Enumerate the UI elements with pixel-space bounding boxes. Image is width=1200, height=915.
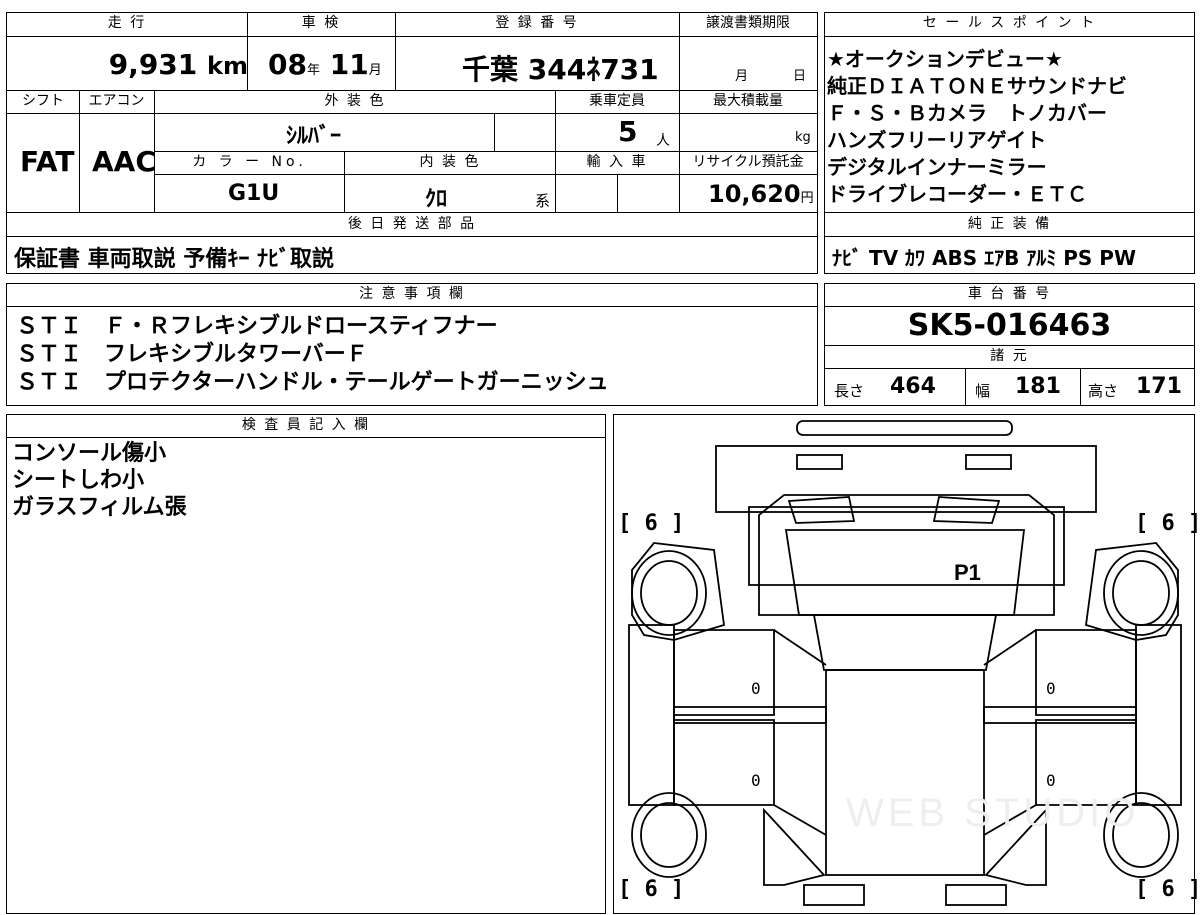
note-line: ＳＴＩ プロテクターハンドル・テールゲートガーニッシュ — [16, 370, 609, 395]
sales-point-line: ★オークションデビュー★ — [827, 47, 1063, 71]
aircon-value: AAC — [92, 145, 156, 178]
transfer-day-unit: 日 — [793, 69, 807, 84]
height-value: 171 — [1136, 374, 1182, 399]
header-recycle: リサイクル預託金 — [679, 152, 817, 172]
note-line: ＳＴＩ フレキシブルタワーバーＦ — [16, 342, 368, 367]
header-capacity: 乗車定員 — [556, 91, 678, 111]
chassis-number: SK5-016463 — [907, 308, 1112, 343]
shift-value: FAT — [20, 145, 75, 178]
tire-count-front-left: [ 6 ] — [618, 511, 685, 536]
inspector-line: コンソール傷小 — [12, 441, 167, 466]
equipment-header: 純 正 装 備 — [825, 214, 1194, 234]
header-shift: シフト — [7, 91, 79, 111]
tire-count-rear-right: [ 6 ] — [1135, 877, 1200, 902]
inspection-year: 08 — [268, 48, 307, 81]
sales-point-line: デジタルインナーミラー — [827, 155, 1047, 179]
height-label: 高さ — [1088, 382, 1119, 400]
recycle-unit: 円 — [800, 191, 814, 206]
header-mileage: 走 行 — [7, 13, 247, 33]
car-body-diagram — [628, 420, 1182, 906]
capacity-unit: 人 — [656, 133, 670, 149]
mileage-unit: km — [207, 52, 248, 80]
interior-color-value: ｸﾛ — [425, 187, 448, 212]
panel-mark-left-rear: 0 — [751, 771, 761, 790]
header-later-parts: 後 日 発 送 部 品 — [7, 214, 817, 234]
header-import: 輸 入 車 — [556, 152, 678, 172]
inspector-line: シートしわ小 — [12, 468, 145, 493]
notes-header: 注 意 事 項 欄 — [7, 284, 817, 304]
panel-mark-left-front: 0 — [751, 679, 761, 698]
tire-count-front-right: [ 6 ] — [1135, 511, 1200, 536]
header-exterior-color: 外 装 色 — [155, 91, 555, 111]
header-registration: 登 録 番 号 — [395, 13, 679, 33]
panel-mark-right-rear: 0 — [1046, 771, 1056, 790]
sales-point-line: ハンズフリーリアゲイト — [827, 128, 1047, 152]
damage-mark-p1: P1 — [954, 560, 981, 585]
sales-points-header: セ ー ル ス ポ イ ン ト — [825, 13, 1194, 33]
recycle-fee: 10,620円 — [708, 180, 814, 208]
sales-point-line: ドライブレコーダー・ＥＴＣ — [827, 182, 1087, 206]
mileage-number: 9,931 — [108, 48, 198, 81]
specs-header: 諸 元 — [825, 346, 1194, 366]
inspector-header: 検 査 員 記 入 欄 — [7, 415, 605, 435]
inspection-date: 08年 11月 — [268, 48, 398, 81]
header-max-load: 最大積載量 — [679, 91, 817, 111]
header-color-no: カ ラ ー No. — [155, 152, 344, 172]
sales-point-line: Ｆ・Ｓ・Ｂカメラ トノカバー — [827, 101, 1107, 125]
header-interior-color: 内 装 色 — [345, 152, 555, 172]
interior-color-suffix: 系 — [535, 192, 551, 210]
later-parts-value: 保証書 車両取説 予備ｷｰ ﾅﾋﾞ取説 — [14, 247, 334, 272]
mileage-value: 9,931 km — [100, 48, 248, 81]
inspection-month: 11 — [329, 48, 369, 81]
watermark: WEB STUDIO — [846, 791, 1140, 835]
length-label: 長さ — [834, 382, 865, 400]
car-diagram-panel: [ 6 ] [ 6 ] [ 6 ] [ 6 ] P1 0 0 0 0 WEB S… — [613, 414, 1200, 914]
transfer-month-unit: 月 — [735, 69, 749, 84]
width-value: 181 — [1015, 374, 1061, 399]
sales-point-line: 純正ＤＩＡＴＯＮＥサウンドナビ — [827, 74, 1127, 98]
exterior-color-value: ｼﾙﾊﾞｰ — [286, 124, 342, 149]
capacity-value: 5 — [618, 115, 638, 148]
max-load-unit: kg — [795, 130, 811, 145]
inspection-year-unit: 年 — [306, 63, 320, 78]
inspection-month-unit: 月 — [368, 63, 382, 78]
color-no-value: G1U — [228, 181, 280, 206]
length-value: 464 — [890, 374, 936, 399]
registration-number: 千葉 344ﾈ731 — [462, 53, 659, 86]
panel-mark-right-front: 0 — [1046, 679, 1056, 698]
header-inspection: 車 検 — [247, 13, 395, 33]
width-label: 幅 — [975, 382, 991, 400]
header-aircon: エアコン — [79, 91, 154, 111]
inspector-line: ガラスフィルム張 — [12, 495, 187, 520]
chassis-header: 車 台 番 号 — [825, 284, 1194, 304]
note-line: ＳＴＩ Ｆ・Ｒフレキシブルドロースティフナー — [16, 314, 498, 339]
tire-count-rear-left: [ 6 ] — [618, 877, 685, 902]
equipment-value: ﾅﾋﾞ TV ｶﾜ ABS ｴｱB ｱﾙﾐ PS PW — [832, 246, 1137, 270]
header-transfer-deadline: 譲渡書類期限 — [679, 13, 817, 33]
recycle-value: 10,620 — [708, 180, 801, 208]
